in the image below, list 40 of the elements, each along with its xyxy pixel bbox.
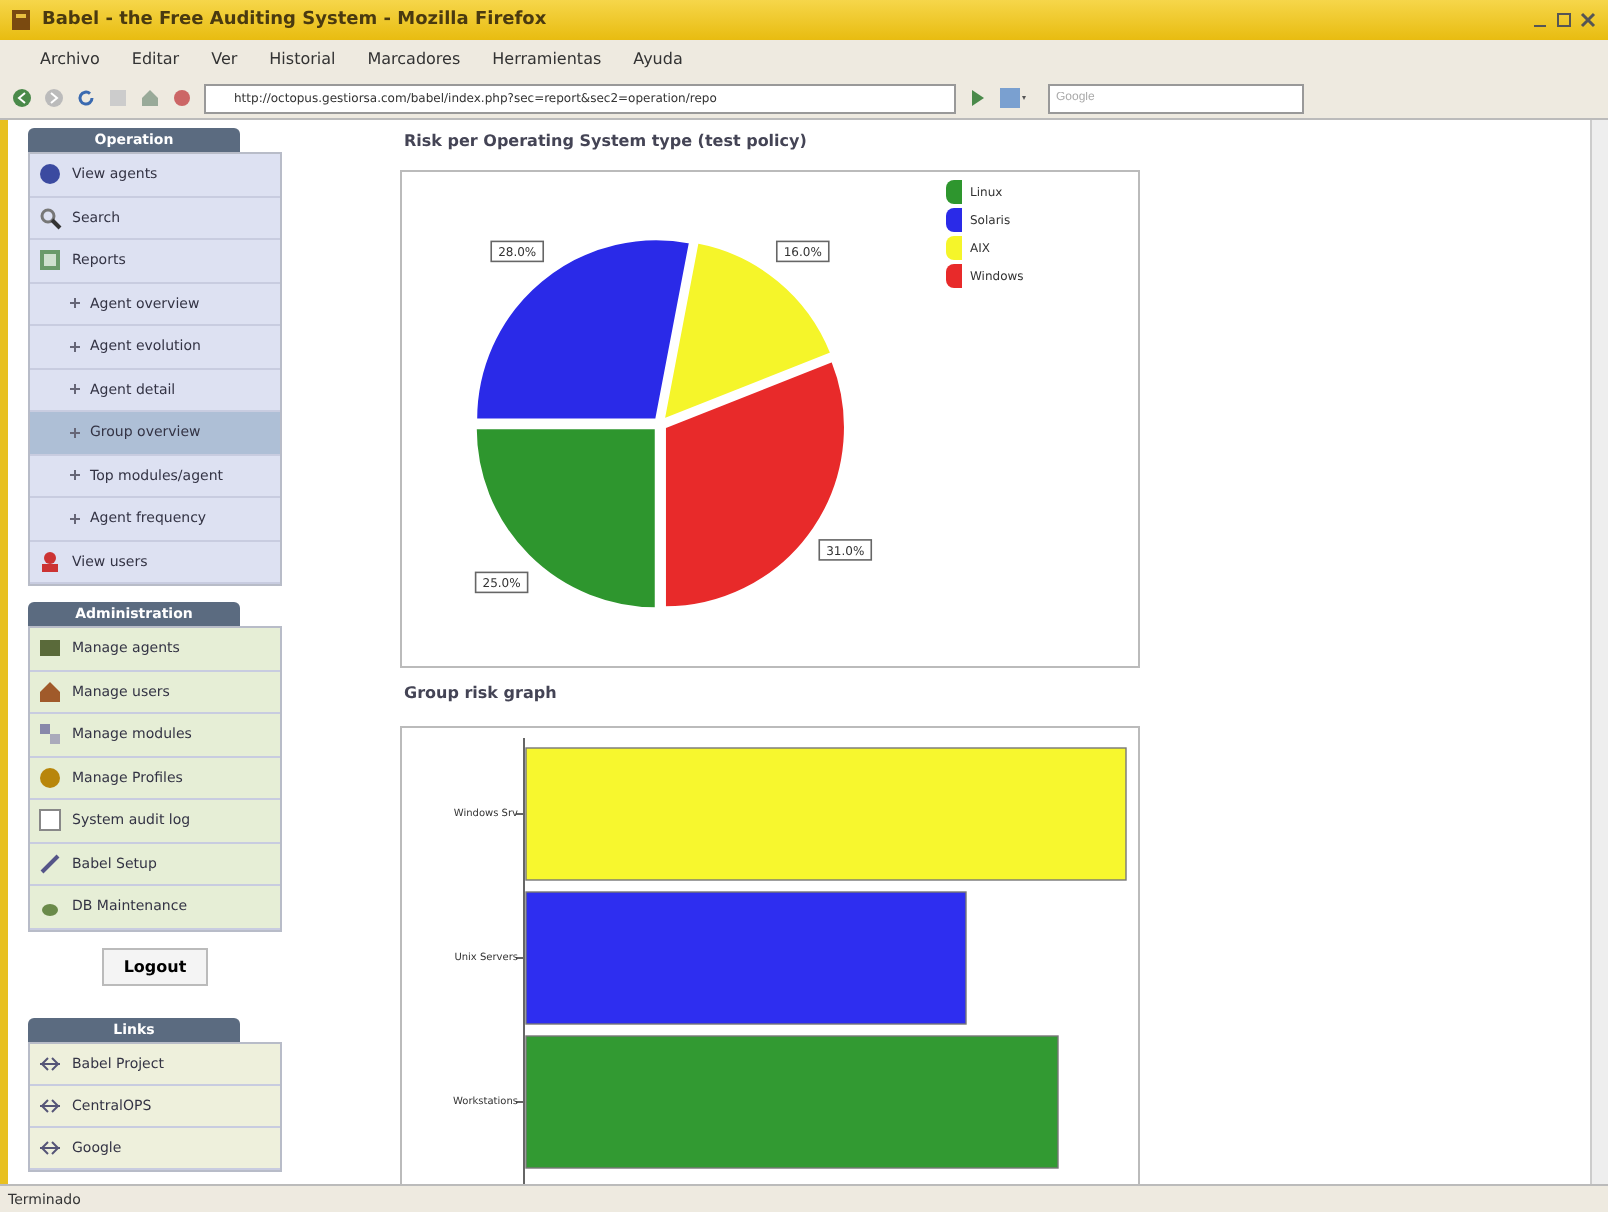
menu-icon: [38, 248, 62, 273]
logout-button[interactable]: Logout: [101, 947, 209, 985]
menu-icon: [38, 549, 62, 574]
chart-title: Risk per Operating System type (test policy): [404, 132, 809, 150]
go-icon[interactable]: [968, 88, 988, 108]
window-title: Babel - the Free Auditing System - Mozilla Firefox: [42, 10, 547, 30]
link-arrow-icon: [38, 1051, 62, 1075]
menu-icon: [38, 205, 62, 230]
back-icon[interactable]: [12, 88, 32, 108]
app-icon: [12, 10, 30, 30]
menu-icon: [38, 765, 62, 790]
menu-item[interactable]: Ver: [211, 50, 238, 68]
menu-item[interactable]: Editar: [131, 50, 180, 68]
maximize-icon[interactable]: [1556, 12, 1572, 28]
link-arrow-icon: [38, 1135, 62, 1159]
link-arrow-icon: [38, 1093, 62, 1117]
bullet-icon: [70, 384, 80, 395]
home-icon[interactable]: [140, 88, 160, 108]
bullet-icon: [70, 470, 80, 481]
chart-title: Group risk graph: [404, 684, 559, 702]
menu-icon: [38, 722, 62, 747]
reload-icon[interactable]: [76, 88, 96, 108]
menu-item[interactable]: Ayuda: [633, 50, 683, 68]
menu-icon: [38, 679, 62, 704]
menu-icon: [38, 636, 62, 661]
bullet-icon: [70, 427, 80, 438]
bullet-icon: [70, 298, 80, 309]
menu-item[interactable]: Archivo: [40, 50, 100, 68]
menu-item[interactable]: Historial: [269, 50, 336, 68]
menu-icon: [38, 162, 62, 187]
search-engine-icon[interactable]: [1000, 88, 1028, 108]
menu-icon: [38, 851, 62, 876]
bullet-icon: [70, 513, 80, 524]
menu-icon: [38, 808, 62, 833]
menu-item[interactable]: Herramientas: [492, 50, 602, 68]
menu-item[interactable]: Marcadores: [367, 50, 461, 68]
forward-icon[interactable]: [44, 88, 64, 108]
bullet-icon: [70, 341, 80, 352]
scrollbar[interactable]: [1590, 120, 1608, 1184]
close-icon[interactable]: [1580, 12, 1596, 28]
